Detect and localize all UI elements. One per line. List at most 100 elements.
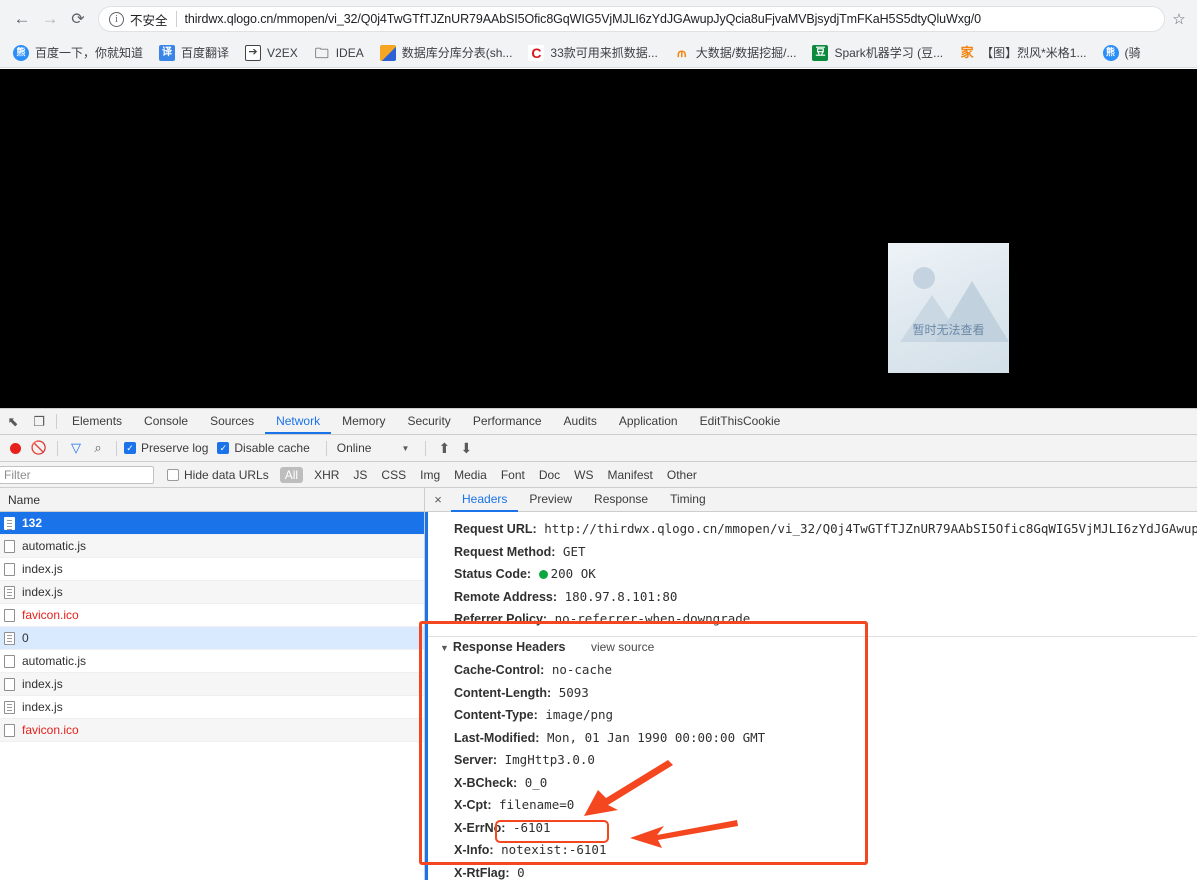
devtools-tab-memory[interactable]: Memory bbox=[331, 409, 396, 434]
column-header-name: Name bbox=[8, 492, 41, 507]
network-row[interactable]: favicon.ico bbox=[0, 604, 424, 627]
header-value: ImgHttp3.0.0 bbox=[504, 752, 595, 767]
checkbox-mark: ✓ bbox=[124, 442, 136, 454]
checkbox-mark: ✓ bbox=[217, 442, 230, 454]
devtools-tab-editthiscookie[interactable]: EditThisCookie bbox=[689, 409, 792, 434]
network-row[interactable]: index.js bbox=[0, 581, 424, 604]
detail-tab-timing[interactable]: Timing bbox=[659, 488, 717, 512]
import-har-icon[interactable]: ⬆ bbox=[433, 440, 455, 457]
bookmark-item-3[interactable]: 🗀 IDEA bbox=[307, 41, 371, 65]
devtools-tab-sources[interactable]: Sources bbox=[199, 409, 265, 434]
resource-type-filter-manifest[interactable]: Manifest bbox=[603, 467, 658, 483]
close-icon[interactable]: × bbox=[425, 492, 451, 507]
network-column-header: Name bbox=[0, 488, 424, 512]
security-status-label: 不安全 bbox=[130, 13, 168, 28]
resource-type-filter-doc[interactable]: Doc bbox=[534, 467, 565, 483]
devtools-tab-audits[interactable]: Audits bbox=[553, 409, 608, 434]
throttling-select[interactable]: Online ▼ bbox=[337, 441, 410, 455]
header-key: X-Cpt: bbox=[454, 798, 492, 812]
devtools-tab-application[interactable]: Application bbox=[608, 409, 689, 434]
resource-type-filter-media[interactable]: Media bbox=[449, 467, 492, 483]
network-row[interactable]: index.js bbox=[0, 558, 424, 581]
bookmarks-bar: 熊百度一下，你就知道译百度翻译 ➔ V2EX 🗀 IDEA 数据库分库分表(sh... C 3… bbox=[0, 38, 1197, 68]
network-row[interactable]: automatic.js bbox=[0, 650, 424, 673]
bookmark-item-6[interactable]: ⫙ 大数据/数据挖掘/... bbox=[667, 41, 804, 65]
preserve-log-label: Preserve log bbox=[141, 441, 209, 455]
filter-icon[interactable]: ▽ bbox=[65, 440, 87, 456]
header-line: Last-Modified: Mon, 01 Jan 1990 00:00:00… bbox=[428, 727, 1197, 750]
network-row[interactable]: automatic.js bbox=[0, 535, 424, 558]
detail-tab-headers[interactable]: Headers bbox=[451, 488, 519, 512]
bookmark-star-icon[interactable]: ☆ bbox=[1169, 10, 1189, 28]
address-bar[interactable]: i 不安全 thirdwx.qlogo.cn/mmopen/vi_32/Q0j4… bbox=[98, 6, 1165, 32]
devtools-body: Name 132 automatic.js index.js index.js favi… bbox=[0, 488, 1197, 880]
resource-type-filter-xhr[interactable]: XHR bbox=[309, 467, 344, 483]
disable-cache-label: Disable cache bbox=[234, 441, 310, 455]
back-icon[interactable]: ← bbox=[8, 5, 36, 33]
header-line: Referrer Policy: no-referrer-when-downgr… bbox=[428, 608, 1197, 631]
broken-image-label: 暂时无法查看 bbox=[912, 323, 985, 337]
resource-type-filter-other[interactable]: Other bbox=[662, 467, 702, 483]
clear-icon[interactable]: 🚫 bbox=[28, 440, 50, 456]
devtools-tab-elements[interactable]: Elements bbox=[61, 409, 133, 434]
inspect-element-icon[interactable]: ⬉ bbox=[0, 409, 26, 434]
resource-type-filter-ws[interactable]: WS bbox=[569, 467, 598, 483]
header-line: Request Method: GET bbox=[428, 541, 1197, 564]
devtools-tab-performance[interactable]: Performance bbox=[462, 409, 553, 434]
header-line: X-Cpt: filename=0 bbox=[428, 794, 1197, 817]
toolbar-divider-2 bbox=[116, 440, 117, 456]
search-icon[interactable]: ⌕ bbox=[87, 440, 109, 456]
bookmark-label: 33款可用来抓数据... bbox=[550, 46, 658, 60]
header-key: Content-Length: bbox=[454, 685, 552, 700]
bookmark-item-9[interactable]: 熊 (骑 bbox=[1096, 41, 1148, 65]
reload-icon[interactable]: ⟳ bbox=[64, 5, 92, 33]
network-row[interactable]: 0 bbox=[0, 627, 424, 650]
view-source-link[interactable]: view source bbox=[591, 640, 654, 654]
header-key: Last-Modified: bbox=[454, 730, 540, 745]
disable-cache-checkbox[interactable]: ✓ Disable cache bbox=[217, 441, 310, 455]
resource-type-filter-img[interactable]: Img bbox=[415, 467, 445, 483]
header-key: Server: bbox=[454, 753, 498, 767]
device-toolbar-icon[interactable]: ❐ bbox=[26, 409, 52, 434]
resource-type-filter-font[interactable]: Font bbox=[496, 467, 530, 483]
books-icon bbox=[379, 44, 396, 61]
export-har-icon[interactable]: ⬇ bbox=[455, 440, 477, 457]
site-info-icon[interactable]: i bbox=[109, 11, 124, 27]
network-row[interactable]: favicon.ico bbox=[0, 719, 424, 742]
devtools-tab-security[interactable]: Security bbox=[396, 409, 461, 434]
resource-type-filter-js[interactable]: JS bbox=[348, 467, 372, 483]
devtools-tab-network[interactable]: Network bbox=[265, 409, 332, 434]
bookmark-item-2[interactable]: ➔ V2EX bbox=[238, 41, 305, 65]
filter-input[interactable]: Filter bbox=[0, 465, 154, 484]
record-icon[interactable] bbox=[10, 442, 21, 454]
header-line: X-BCheck: 0_0 bbox=[428, 772, 1197, 795]
detail-tab-preview[interactable]: Preview bbox=[518, 488, 583, 512]
bookmark-item-0[interactable]: 熊百度一下，你就知道 bbox=[6, 41, 150, 65]
resource-type-filter-all[interactable]: All bbox=[279, 466, 304, 483]
resource-type-filter-css[interactable]: CSS bbox=[376, 467, 411, 483]
header-value: GET bbox=[562, 543, 586, 559]
response-headers-title[interactable]: ▼ Response Headers view source bbox=[428, 637, 1197, 660]
bookmark-item-5[interactable]: C 33款可用来抓数据... bbox=[521, 41, 664, 65]
bookmark-item-8[interactable]: 家【图】烈风*米格1... bbox=[952, 41, 1093, 65]
network-rows: 132 automatic.js index.js index.js favicon.i… bbox=[0, 512, 424, 742]
header-value: filename=0 bbox=[499, 797, 575, 812]
header-key: Request URL: bbox=[454, 522, 537, 536]
bookmark-item-4[interactable]: 数据库分库分表(sh... bbox=[373, 41, 520, 65]
network-row-name: favicon.ico bbox=[22, 608, 79, 622]
bookmark-item-7[interactable]: 豆 Spark机器学习 (豆... bbox=[805, 41, 950, 65]
network-row[interactable]: index.js bbox=[0, 673, 424, 696]
bookmark-item-1[interactable]: 译百度翻译 bbox=[152, 41, 236, 65]
hide-data-urls-checkbox[interactable]: ✓ Hide data URLs bbox=[167, 468, 269, 482]
network-row[interactable]: index.js bbox=[0, 696, 424, 719]
url-text[interactable]: thirdwx.qlogo.cn/mmopen/vi_32/Q0j4TwGTfT… bbox=[185, 12, 1154, 26]
preserve-log-checkbox[interactable]: ✓ Preserve log bbox=[124, 441, 208, 455]
detail-tab-response[interactable]: Response bbox=[583, 488, 659, 512]
forward-icon[interactable]: → bbox=[36, 5, 64, 33]
network-row[interactable]: 132 bbox=[0, 512, 424, 535]
header-key: Cache-Control: bbox=[454, 663, 545, 677]
devtools-tab-console[interactable]: Console bbox=[133, 409, 199, 434]
header-value: Mon, 01 Jan 1990 00:00:00 GMT bbox=[546, 729, 766, 745]
network-request-list[interactable]: Name 132 automatic.js index.js index.js favi… bbox=[0, 488, 425, 880]
bookmark-label: 大数据/数据挖掘/... bbox=[695, 46, 797, 60]
